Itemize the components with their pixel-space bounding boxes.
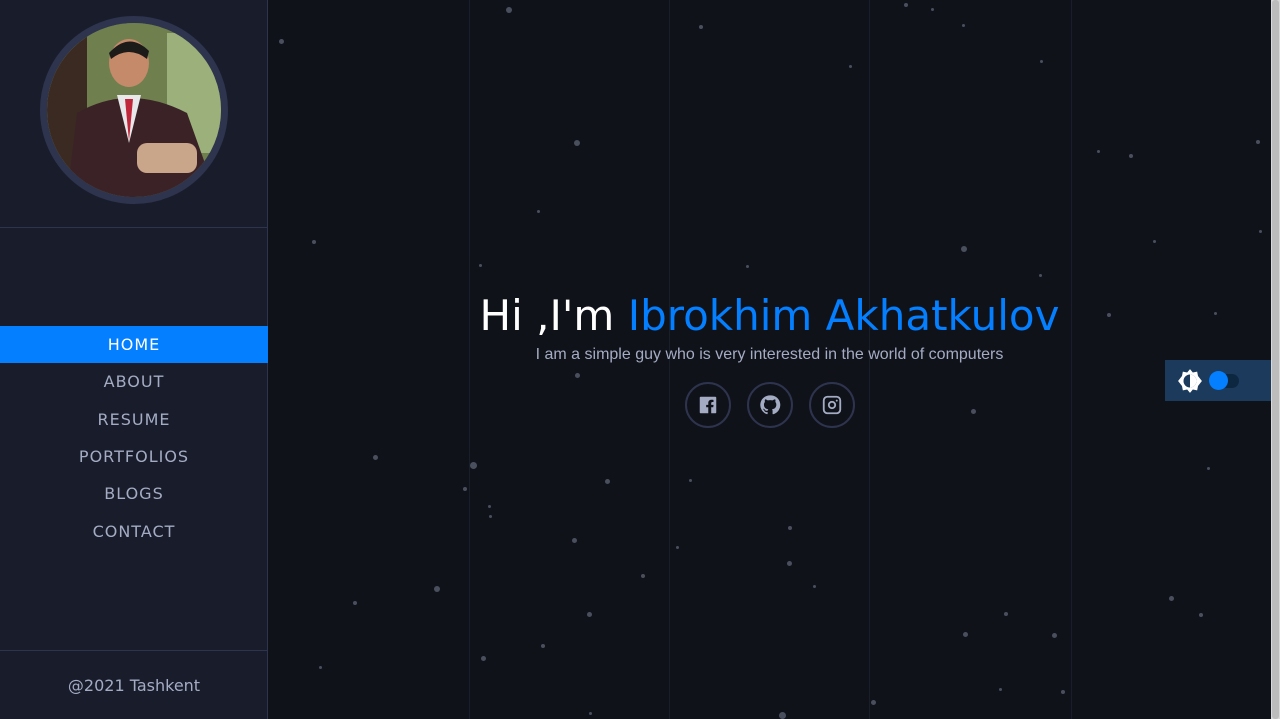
particle-dot — [587, 612, 592, 617]
particle-dot — [434, 586, 440, 592]
particle-dot — [813, 585, 816, 588]
particle-dot — [481, 656, 486, 661]
avatar-section — [0, 0, 267, 228]
particle-dot — [871, 700, 876, 705]
particle-dot — [1097, 150, 1100, 153]
particle-dot — [779, 712, 786, 719]
copyright-text: @2021 Tashkent — [67, 675, 201, 695]
theme-switch[interactable] — [1209, 370, 1239, 390]
particle-dot — [1129, 154, 1133, 158]
particle-dot — [849, 65, 852, 68]
nav-item-portfolios[interactable]: PORTFOLIOS — [0, 438, 268, 475]
particle-dot — [641, 574, 645, 578]
main-content: Hi ,I'm Ibrokhim Akhatkulov I am a simpl… — [269, 0, 1270, 719]
particle-dot — [479, 264, 482, 267]
nav-item-home[interactable]: HOME — [0, 326, 268, 364]
particle-dot — [1040, 60, 1043, 63]
hero: Hi ,I'm Ibrokhim Akhatkulov I am a simpl… — [269, 288, 1270, 428]
particle-dot — [541, 644, 545, 648]
particle-dot — [489, 515, 492, 518]
instagram-link[interactable] — [808, 382, 855, 428]
particle-dot — [537, 210, 540, 213]
nav-item-contact[interactable]: CONTACT — [0, 512, 268, 549]
particle-dot — [699, 25, 703, 29]
nav-item-blogs[interactable]: BLOGS — [0, 475, 268, 512]
particle-dot — [787, 561, 792, 566]
github-icon — [759, 395, 780, 415]
particle-dot — [788, 526, 792, 530]
hero-title: Hi ,I'm Ibrokhim Akhatkulov — [269, 288, 1270, 344]
particle-dot — [676, 546, 679, 549]
particle-dot — [961, 246, 967, 252]
particle-dot — [470, 462, 477, 469]
particle-dot — [1039, 274, 1042, 277]
particle-dot — [1199, 613, 1203, 617]
avatar-image — [46, 23, 221, 197]
sidebar-footer: @2021 Tashkent — [0, 650, 268, 719]
particle-dot — [605, 479, 610, 484]
particle-dot — [1004, 612, 1008, 616]
particle-dot — [962, 24, 965, 27]
brightness-icon — [1178, 368, 1202, 393]
particle-dot — [999, 688, 1002, 691]
particle-dot — [373, 455, 378, 460]
particle-dot — [279, 39, 284, 44]
hero-subtitle: I am a simple guy who is very interested… — [535, 346, 1004, 363]
github-link[interactable] — [746, 382, 793, 428]
particle-dot — [488, 505, 491, 508]
particle-dot — [1259, 230, 1262, 233]
particle-dot — [1153, 240, 1156, 243]
instagram-icon — [822, 395, 841, 415]
sidebar: HOME ABOUT RESUME PORTFOLIOS BLOGS CONTA… — [0, 0, 268, 719]
particle-dot — [904, 3, 908, 7]
theme-switch-knob — [1209, 370, 1228, 390]
facebook-icon — [699, 396, 716, 414]
particle-dot — [574, 140, 580, 146]
particle-dot — [312, 240, 316, 244]
particle-dot — [572, 538, 577, 543]
hero-name: Ibrokhim Akhatkulov — [627, 291, 1060, 340]
particle-dot — [463, 487, 467, 491]
social-links — [269, 382, 1270, 428]
nav-item-resume[interactable]: RESUME — [0, 401, 268, 438]
particle-dot — [1169, 596, 1174, 601]
facebook-link[interactable] — [684, 382, 731, 428]
particle-dot — [319, 666, 322, 669]
particle-dot — [1256, 140, 1260, 144]
hero-greeting: Hi ,I'm — [479, 291, 615, 340]
scrollbar[interactable] — [1271, 0, 1280, 719]
particle-dot — [689, 479, 692, 482]
particle-dot — [746, 265, 749, 268]
particle-dot — [1052, 633, 1057, 638]
nav-item-about[interactable]: ABOUT — [0, 363, 268, 400]
particle-dot — [353, 601, 357, 605]
particle-dot — [1061, 690, 1065, 694]
avatar — [39, 16, 228, 204]
scrollbar-thumb[interactable] — [1272, 0, 1279, 719]
particle-dot — [506, 7, 512, 13]
particle-dot — [963, 632, 968, 637]
particle-dot — [931, 8, 934, 11]
particle-dot — [1207, 467, 1210, 470]
particle-dot — [589, 712, 592, 715]
theme-toggle[interactable] — [1165, 360, 1271, 401]
main-nav: HOME ABOUT RESUME PORTFOLIOS BLOGS CONTA… — [0, 326, 268, 550]
